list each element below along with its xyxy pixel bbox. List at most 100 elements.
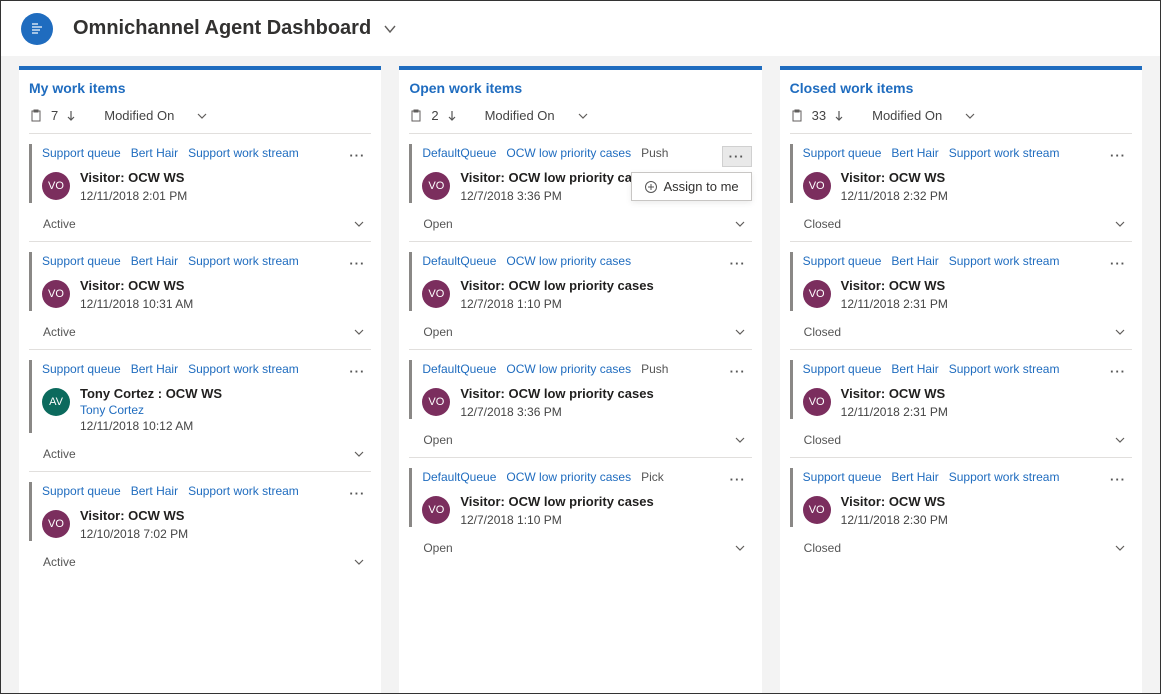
chevron-down-icon[interactable] (734, 326, 746, 338)
assign-to-me-menuitem[interactable]: Assign to me (664, 179, 739, 194)
work-item-card[interactable]: Support queue Bert Hair Support work strea… (790, 133, 1132, 241)
card-tag[interactable]: Support work stream (949, 146, 1060, 160)
card-tag[interactable]: Support queue (42, 146, 121, 160)
card-tag[interactable]: Support queue (803, 470, 882, 484)
card-tag[interactable]: Support queue (42, 362, 121, 376)
column-toolbar: 2 Modified On (399, 102, 761, 133)
card-tag[interactable]: Bert Hair (891, 254, 938, 268)
context-menu: Assign to me (631, 172, 752, 201)
card-tag[interactable]: Support work stream (949, 254, 1060, 268)
more-icon[interactable]: ··· (722, 146, 752, 167)
card-tag[interactable]: DefaultQueue (422, 146, 496, 160)
chevron-down-icon[interactable] (1114, 326, 1126, 338)
clipboard-icon[interactable] (409, 109, 423, 123)
more-icon[interactable]: ··· (343, 362, 371, 381)
work-item-card[interactable]: Support queue Bert Hair Support work strea… (790, 457, 1132, 565)
card-status: Open (423, 325, 452, 339)
card-status: Closed (804, 433, 841, 447)
more-icon[interactable]: ··· (1104, 362, 1132, 381)
card-status: Closed (804, 541, 841, 555)
chevron-down-icon[interactable] (1114, 542, 1126, 554)
card-tag[interactable]: OCW low priority cases (506, 254, 631, 268)
sort-down-icon[interactable] (447, 110, 457, 122)
chevron-down-icon[interactable] (196, 110, 208, 122)
sort-down-icon[interactable] (834, 110, 844, 122)
work-item-card[interactable]: Support queue Bert Hair Support work strea… (29, 349, 371, 471)
sort-field-label[interactable]: Modified On (485, 108, 555, 123)
work-item-card[interactable]: Support queue Bert Hair Support work strea… (29, 471, 371, 579)
work-item-card[interactable]: Support queue Bert Hair Support work strea… (790, 349, 1132, 457)
card-list: Support queue Bert Hair Support work strea… (780, 133, 1142, 565)
chevron-down-icon[interactable] (353, 326, 365, 338)
work-item-card[interactable]: DefaultQueueOCW low priority casesPush ·… (409, 133, 751, 241)
card-date: 12/11/2018 2:30 PM (841, 513, 948, 527)
more-icon[interactable]: ··· (1104, 470, 1132, 489)
card-tag[interactable]: Support queue (803, 146, 882, 160)
more-icon[interactable]: ··· (1104, 254, 1132, 273)
card-tag[interactable]: Support work stream (188, 362, 299, 376)
card-tag[interactable]: Support work stream (949, 470, 1060, 484)
chevron-down-icon[interactable] (1114, 434, 1126, 446)
more-icon[interactable]: ··· (343, 484, 371, 503)
card-tag[interactable]: Support queue (42, 254, 121, 268)
sort-down-icon[interactable] (66, 110, 76, 122)
work-item-card[interactable]: DefaultQueueOCW low priority casesPush ·… (409, 349, 751, 457)
sort-field-label[interactable]: Modified On (872, 108, 942, 123)
chevron-down-icon[interactable] (1114, 218, 1126, 230)
chevron-down-icon[interactable] (353, 448, 365, 460)
work-item-card[interactable]: DefaultQueueOCW low priority cases ··· V… (409, 241, 751, 349)
card-tag[interactable]: OCW low priority cases (506, 470, 631, 484)
card-tag[interactable]: Support queue (42, 484, 121, 498)
chevron-down-icon[interactable] (383, 22, 397, 36)
more-icon[interactable]: ··· (724, 470, 752, 489)
card-tag[interactable]: Bert Hair (131, 362, 178, 376)
card-tag[interactable]: Support work stream (188, 146, 299, 160)
work-item-card[interactable]: Support queue Bert Hair Support work strea… (29, 133, 371, 241)
chevron-down-icon[interactable] (577, 110, 589, 122)
card-tag[interactable]: Support work stream (949, 362, 1060, 376)
card-tag[interactable]: Support work stream (188, 484, 299, 498)
card-tag[interactable]: DefaultQueue (422, 254, 496, 268)
card-title: Tony Cortez : OCW WS (80, 386, 222, 403)
card-tag[interactable]: OCW low priority cases (506, 362, 631, 376)
chevron-down-icon[interactable] (353, 556, 365, 568)
work-item-card[interactable]: Support queue Bert Hair Support work strea… (29, 241, 371, 349)
kanban-column: My work items 7 Modified On Support queu… (19, 66, 381, 693)
card-tag[interactable]: Bert Hair (131, 254, 178, 268)
card-tag[interactable]: Bert Hair (131, 484, 178, 498)
card-tag[interactable]: OCW low priority cases (506, 146, 631, 160)
card-tag[interactable]: Bert Hair (131, 146, 178, 160)
column-title: Open work items (409, 80, 751, 96)
work-item-card[interactable]: DefaultQueueOCW low priority casesPick ·… (409, 457, 751, 565)
clipboard-icon[interactable] (790, 109, 804, 123)
chevron-down-icon[interactable] (734, 434, 746, 446)
card-title: Visitor: OCW WS (80, 278, 193, 295)
more-icon[interactable]: ··· (343, 254, 371, 273)
chevron-down-icon[interactable] (964, 110, 976, 122)
card-title: Visitor: OCW low priority cases (460, 494, 653, 511)
card-tag[interactable]: Bert Hair (891, 470, 938, 484)
column-header: Closed work items (780, 70, 1142, 102)
more-icon[interactable]: ··· (724, 362, 752, 381)
card-title: Visitor: OCW WS (80, 170, 187, 187)
chevron-down-icon[interactable] (734, 218, 746, 230)
card-tag[interactable]: Support queue (803, 254, 882, 268)
card-status: Open (423, 433, 452, 447)
clipboard-icon[interactable] (29, 109, 43, 123)
card-tag[interactable]: DefaultQueue (422, 470, 496, 484)
more-icon[interactable]: ··· (1104, 146, 1132, 165)
work-item-card[interactable]: Support queue Bert Hair Support work strea… (790, 241, 1132, 349)
card-date: 12/11/2018 2:31 PM (841, 405, 948, 419)
card-tag[interactable]: DefaultQueue (422, 362, 496, 376)
card-tag[interactable]: Support work stream (188, 254, 299, 268)
more-icon[interactable]: ··· (343, 146, 371, 165)
card-tag[interactable]: Support queue (803, 362, 882, 376)
card-tag[interactable]: Bert Hair (891, 362, 938, 376)
card-tags: DefaultQueueOCW low priority casesPick (422, 468, 751, 484)
chevron-down-icon[interactable] (353, 218, 365, 230)
sort-field-label[interactable]: Modified On (104, 108, 174, 123)
card-subtitle[interactable]: Tony Cortez (80, 403, 222, 417)
chevron-down-icon[interactable] (734, 542, 746, 554)
card-tag[interactable]: Bert Hair (891, 146, 938, 160)
more-icon[interactable]: ··· (724, 254, 752, 273)
